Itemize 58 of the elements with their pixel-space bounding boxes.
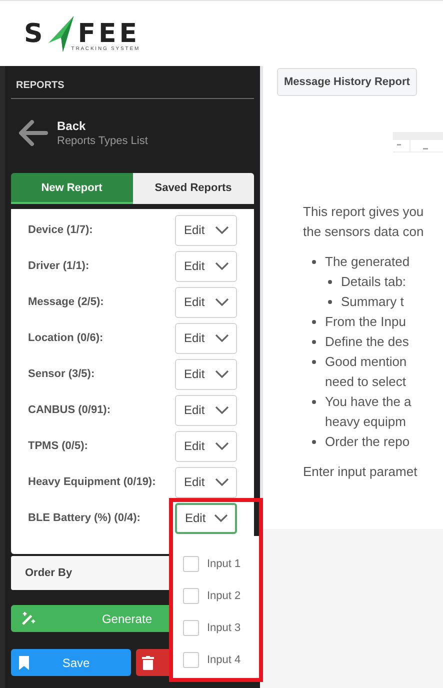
bullet-text: Order the repo xyxy=(325,434,410,449)
description-text: This report gives you the sensors data con xyxy=(303,203,425,241)
filter-label: CANBUS (0/91): xyxy=(28,404,111,416)
chevron-down-icon xyxy=(215,370,229,378)
edit-dropdown[interactable]: Edit xyxy=(175,502,237,534)
chevron-down-icon xyxy=(215,262,229,270)
edit-dropdown[interactable]: Edit xyxy=(175,250,237,282)
report-tab[interactable]: New Report xyxy=(11,173,132,204)
bookmark-icon xyxy=(19,656,29,670)
filter-label: TPMS (0/5): xyxy=(28,440,88,452)
filter-label: Sensor (3/5): xyxy=(28,368,95,380)
instruction-text: Enter input paramet xyxy=(303,463,418,481)
bullet-text: The generated xyxy=(325,254,410,269)
edit-dropdown[interactable]: Edit xyxy=(175,286,237,318)
report-tab[interactable]: Saved Reports xyxy=(132,173,254,204)
edit-dropdown[interactable]: Edit xyxy=(175,322,237,354)
chevron-down-icon xyxy=(215,334,229,342)
logo-text: FEE xyxy=(78,20,140,46)
back-link[interactable]: Back xyxy=(57,119,148,133)
option-label[interactable]: Input 2 xyxy=(207,590,241,602)
bullet-text: Summary t xyxy=(341,294,404,309)
back-arrow-icon[interactable] xyxy=(18,120,48,146)
order-by-label: Order By xyxy=(25,567,72,579)
bullet-text: Details tab: xyxy=(341,274,406,289)
section-title: REPORTS xyxy=(11,66,254,99)
chevron-down-icon xyxy=(215,226,229,234)
edit-dropdown[interactable]: Edit xyxy=(175,466,237,498)
bullet-text: You have the a heavy equipm xyxy=(325,394,412,429)
report-title: Message History Report xyxy=(277,68,417,96)
option-label[interactable]: Input 3 xyxy=(207,622,241,634)
checkbox[interactable] xyxy=(183,556,199,572)
logo-text: S xyxy=(24,20,46,46)
bullet-text: From the Inpu xyxy=(325,314,406,329)
back-subtitle: Reports Types List xyxy=(57,135,148,147)
trash-icon xyxy=(142,656,154,670)
bullet-text: Define the des xyxy=(325,334,409,349)
filter-label: Location (0/6): xyxy=(28,332,104,344)
edit-dropdown[interactable]: Edit xyxy=(175,430,237,462)
chevron-down-icon xyxy=(214,514,228,522)
edit-dropdown[interactable]: Edit xyxy=(175,358,237,390)
chevron-down-icon xyxy=(215,406,229,414)
filter-label: Heavy Equipment (0/19): xyxy=(28,476,156,488)
option-label[interactable]: Input 4 xyxy=(207,654,241,666)
filter-label: BLE Battery (%) (0/4): xyxy=(28,512,140,524)
chevron-down-icon xyxy=(215,442,229,450)
filter-label: Device (1/7): xyxy=(28,224,93,236)
option-label[interactable]: Input 1 xyxy=(207,558,241,570)
chevron-down-icon xyxy=(215,478,229,486)
edit-dropdown[interactable]: Edit xyxy=(175,394,237,426)
filter-label: Message (2/5): xyxy=(28,296,104,308)
checkbox[interactable] xyxy=(183,652,199,668)
chevron-down-icon xyxy=(215,298,229,306)
bullet-text: Good mention need to select xyxy=(325,354,407,389)
edit-dropdown[interactable]: Edit xyxy=(175,214,237,246)
checkbox[interactable] xyxy=(183,588,199,604)
magic-wand-icon xyxy=(21,611,36,626)
checkbox[interactable] xyxy=(183,620,199,636)
filter-label: Driver (1/1): xyxy=(28,260,90,272)
